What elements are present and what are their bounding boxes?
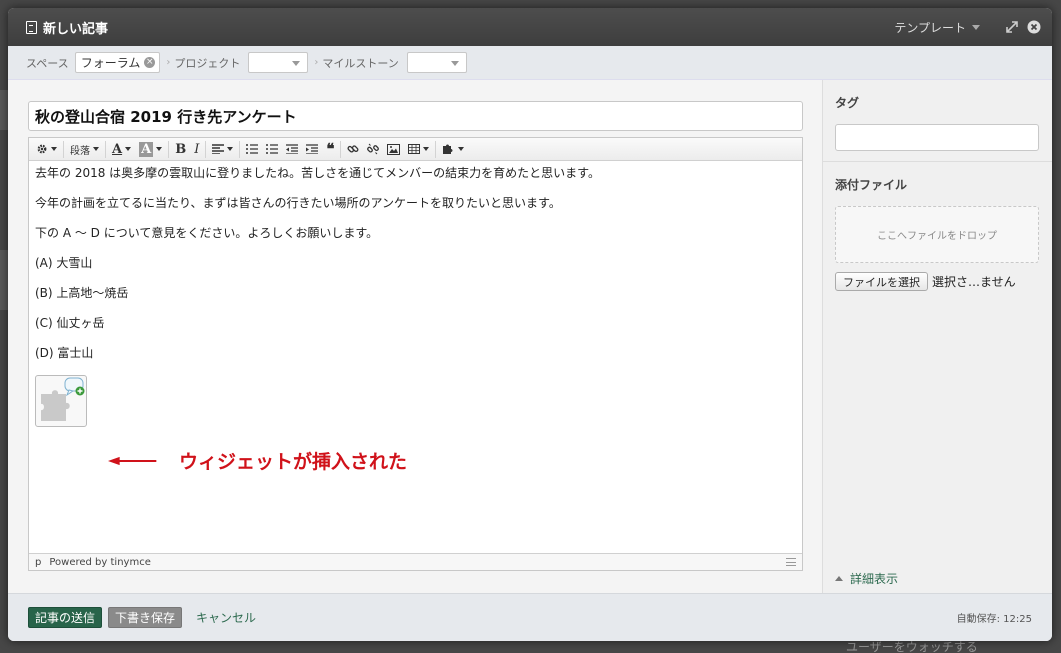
- puzzle-widget-icon: [41, 377, 85, 421]
- autosave-status: 自動保存: 12:25: [956, 614, 1032, 625]
- italic-button[interactable]: I: [190, 140, 203, 159]
- align-left-icon: [212, 144, 225, 154]
- annotation-callout: ウィジェットが挿入された: [103, 447, 407, 474]
- chevron-right-icon: ›: [166, 57, 171, 68]
- dialog-footer: 記事の送信 下書き保存 キャンセル 自動保存: 12:25: [8, 593, 1052, 641]
- text-color-button[interactable]: A: [108, 140, 135, 159]
- widget-menu[interactable]: [438, 140, 468, 159]
- background-color-icon: A: [139, 141, 154, 157]
- new-article-dialog: 新しい記事 テンプレート スペース フォーラム × › プロジェクト › マイル…: [8, 8, 1052, 641]
- template-label: テンプレート: [894, 20, 966, 35]
- milestone-label: マイルストーン: [322, 56, 399, 70]
- document-icon: [26, 20, 37, 34]
- format-label: 段落: [70, 145, 90, 157]
- text-color-icon: A: [112, 141, 123, 157]
- space-selector[interactable]: フォーラム ×: [74, 52, 161, 73]
- show-details-label: 詳細表示: [850, 572, 899, 586]
- chevron-right-icon: ›: [314, 57, 319, 68]
- paragraph: (C) 仙丈ヶ岳: [35, 316, 105, 330]
- unlink-button[interactable]: [363, 140, 383, 159]
- space-value: フォーラム: [80, 56, 141, 70]
- backdrop-strip: [0, 250, 8, 310]
- attachments-heading: 添付ファイル: [835, 178, 908, 192]
- backdrop-strip: [0, 90, 8, 130]
- editor-column: 秋の登山合宿 2019 行き先アンケート 段落 A A B I ❝ 去年の 20…: [8, 80, 822, 593]
- table-icon: [408, 144, 421, 154]
- sidebar: タグ 添付ファイル ここへファイルをドロップ ファイルを選択 選択さ…ません 詳…: [822, 80, 1052, 593]
- quote-icon: ❝: [326, 140, 335, 158]
- article-meta-bar: スペース フォーラム × › プロジェクト › マイルストーン: [8, 46, 1052, 80]
- powered-by-label: Powered by tinymce: [49, 556, 151, 568]
- editor-content[interactable]: 去年の 2018 は奥多摩の雲取山に登りましたね。苦しさを通じてメンバーの結束力…: [29, 161, 802, 549]
- editor-statusbar: p Powered by tinymce: [29, 553, 802, 570]
- close-icon[interactable]: [1026, 19, 1042, 35]
- outdent-button[interactable]: [282, 140, 302, 159]
- choose-file-button[interactable]: ファイルを選択: [835, 272, 928, 291]
- editor-toolbar: 段落 A A B I ❝: [29, 138, 802, 161]
- element-path: p: [35, 556, 42, 568]
- table-menu[interactable]: [404, 140, 433, 159]
- triangle-up-icon: [835, 576, 843, 581]
- expand-icon[interactable]: [1004, 19, 1020, 35]
- unlink-icon: [367, 143, 380, 155]
- align-menu[interactable]: [208, 140, 237, 159]
- space-label: スペース: [26, 56, 69, 70]
- show-details-link[interactable]: 詳細表示: [835, 570, 898, 587]
- save-draft-button[interactable]: 下書き保存: [108, 607, 183, 628]
- paragraph: 今年の計画を立てるに当たり、まずは皆さんの行きたい場所のアンケートを取りたいと思…: [35, 196, 561, 210]
- annotation-text: ウィジェットが挿入された: [179, 451, 408, 473]
- dialog-title: 新しい記事: [43, 21, 109, 37]
- gear-icon: [37, 144, 47, 154]
- paragraph: (A) 大雪山: [35, 256, 93, 270]
- clear-space-icon[interactable]: ×: [144, 57, 156, 68]
- bullet-list-button[interactable]: [242, 140, 262, 159]
- article-title-input[interactable]: 秋の登山合宿 2019 行き先アンケート: [28, 101, 803, 131]
- indent-button[interactable]: [302, 140, 322, 159]
- dropzone-text: ここへファイルをドロップ: [877, 231, 997, 242]
- numbered-list-icon: [266, 144, 279, 154]
- arrow-left-icon: [108, 456, 157, 465]
- project-label: プロジェクト: [174, 56, 241, 70]
- cancel-link[interactable]: キャンセル: [196, 609, 256, 626]
- resize-handle-icon[interactable]: [786, 558, 796, 566]
- numbered-list-button[interactable]: [262, 140, 282, 159]
- submit-article-button[interactable]: 記事の送信: [28, 607, 103, 628]
- insert-image-button[interactable]: [383, 140, 404, 159]
- bold-button[interactable]: B: [171, 140, 190, 159]
- background-color-button[interactable]: A: [135, 140, 166, 159]
- blockquote-button[interactable]: ❝: [322, 140, 338, 159]
- insert-link-button[interactable]: [343, 140, 363, 159]
- indent-icon: [306, 144, 319, 154]
- paragraph: 下の A 〜 D について意見をください。よろしくお願いします。: [35, 226, 379, 240]
- link-icon: [347, 145, 359, 153]
- dialog-titlebar: 新しい記事 テンプレート: [8, 8, 1052, 46]
- image-icon: [387, 143, 401, 155]
- chevron-down-icon: [972, 24, 980, 30]
- dialog-content: 秋の登山合宿 2019 行き先アンケート 段落 A A B I ❝ 去年の 20…: [8, 80, 1052, 593]
- inserted-widget[interactable]: [35, 375, 87, 427]
- paragraph: 去年の 2018 は奥多摩の雲取山に登りましたね。苦しさを通じてメンバーの結束力…: [35, 166, 600, 180]
- paragraph-format-menu[interactable]: 段落: [66, 140, 103, 159]
- template-dropdown[interactable]: テンプレート: [894, 19, 980, 36]
- italic-icon: I: [194, 141, 200, 157]
- paragraph: (D) 富士山: [35, 346, 94, 360]
- milestone-select[interactable]: [406, 52, 467, 73]
- bold-icon: B: [175, 141, 187, 157]
- outdent-icon: [286, 144, 299, 154]
- project-select[interactable]: [248, 52, 309, 73]
- puzzle-icon: [443, 144, 453, 154]
- settings-menu[interactable]: [32, 140, 61, 159]
- tags-input[interactable]: [835, 124, 1039, 151]
- file-dropzone[interactable]: ここへファイルをドロップ: [835, 206, 1039, 263]
- rich-text-editor: 段落 A A B I ❝ 去年の 2018 は奥多摩の雲取山に登りましたね。苦し…: [28, 137, 803, 571]
- tags-heading: タグ: [835, 96, 860, 110]
- file-status: 選択さ…ません: [932, 275, 1016, 289]
- paragraph: (B) 上高地〜焼岳: [35, 286, 129, 300]
- bullet-list-icon: [246, 144, 259, 154]
